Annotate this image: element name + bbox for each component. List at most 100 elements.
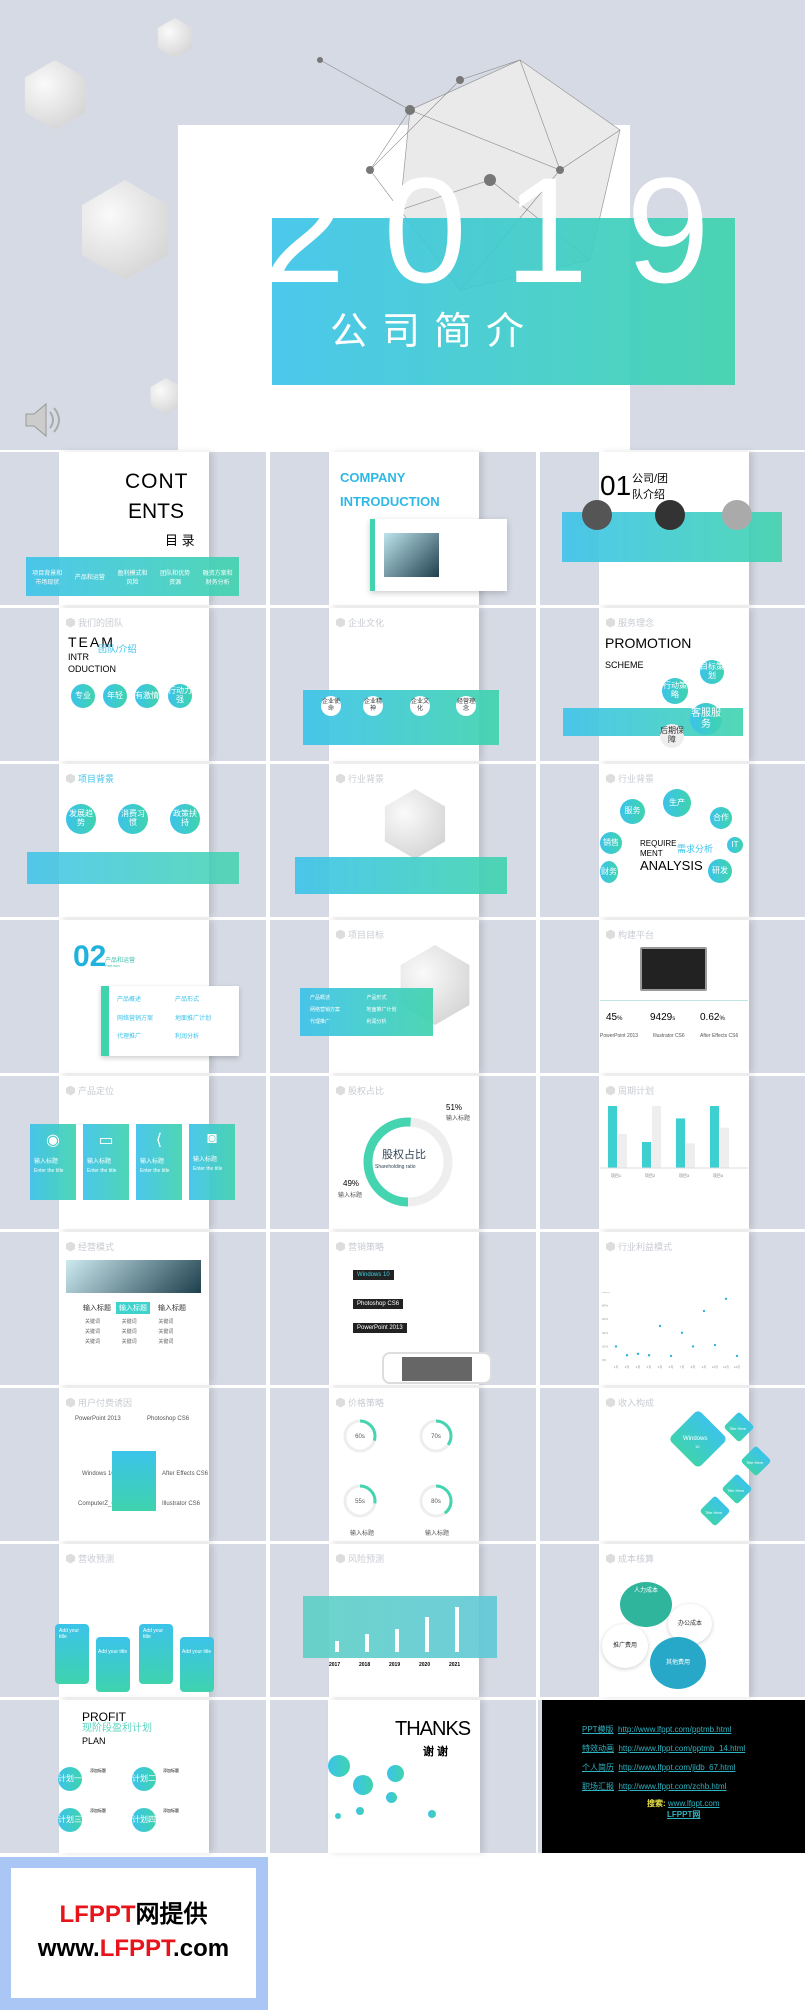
laptop-image bbox=[640, 947, 707, 991]
slide-culture[interactable]: 企业文化 企业使命 企业精神 企业文化 经营理念 bbox=[270, 608, 536, 761]
slide-payment[interactable]: 用户付费诱因 PowerPoint 2013 Photoshop CS6 Win… bbox=[0, 1388, 266, 1541]
bar-secondary bbox=[652, 1106, 661, 1168]
plan-circle: 计划二 bbox=[132, 1767, 156, 1791]
card-subtitle: Enter the title bbox=[87, 1168, 117, 1174]
contents-item[interactable]: 团队和优势资源 bbox=[159, 568, 191, 586]
price-ring: 80s bbox=[419, 1484, 453, 1518]
tab-active[interactable]: 输入标题 bbox=[116, 1302, 150, 1314]
share-icon: ⟨ bbox=[155, 1132, 163, 1149]
slide-revenue[interactable]: 营收预测 Add your title Add your title Add y… bbox=[0, 1544, 266, 1697]
bar-secondary bbox=[618, 1133, 627, 1168]
slide-industry-bg[interactable]: 行业背景 bbox=[270, 764, 536, 917]
promotion-subtitle: SCHEME bbox=[605, 660, 644, 670]
slide-plan[interactable]: PROFIT 现阶段盈利计划 PLAN 计划一 计划二 计划三 计划四 添加标题… bbox=[0, 1700, 266, 1853]
slide-risk[interactable]: 风险预测 2017 2018 2019 2020 2021 bbox=[270, 1544, 536, 1697]
link-row[interactable]: PPT模版: http://www.lfppt.com/pptmb.html bbox=[582, 1720, 745, 1739]
contents-title: CONT bbox=[125, 470, 189, 493]
team-circle: 有激情 bbox=[135, 684, 159, 708]
link-row[interactable]: 个人简历: http://www.lfppt.com/jldb_67.html bbox=[582, 1758, 745, 1777]
risk-bar bbox=[425, 1616, 429, 1652]
culture-circle: 经营理念 bbox=[456, 696, 476, 716]
payment-item: Windows 10 bbox=[82, 1471, 115, 1477]
equity-title: 股权占比 bbox=[382, 1149, 426, 1161]
card-title: 输入标题 bbox=[34, 1159, 59, 1165]
ring-label: 输入标题 bbox=[350, 1531, 375, 1537]
dot-decoration bbox=[353, 1775, 373, 1795]
link-row[interactable]: 特效动画: http://www.lfppt.com/pptmb_14.html bbox=[582, 1739, 745, 1758]
slide-goal[interactable]: 项目目标 产品概述 产品形式 网络营销方案 地面推广计划 代理推广 利润分析 bbox=[270, 920, 536, 1073]
slide-team-01[interactable]: 01 公司/团队介绍 bbox=[540, 452, 805, 605]
slide-marketing[interactable]: 营销策略 Windows 10 Photoshop CS6 PowerPoint… bbox=[270, 1232, 536, 1385]
slide-promotion[interactable]: 服务理念 PROMOTION SCHEME 目标策划 行动策略 客服服务 后期保… bbox=[540, 608, 805, 761]
tab[interactable]: 输入标题 bbox=[80, 1302, 114, 1314]
slide-cycle[interactable]: 周期计划 项目1 项目2 项目3 项目4 bbox=[540, 1076, 805, 1229]
slide-header: 收入构成 bbox=[606, 1396, 654, 1409]
position-card[interactable]: ▭ 输入标题 Enter the title bbox=[83, 1124, 129, 1200]
team-title-2: INTR bbox=[68, 652, 89, 662]
cover-slide[interactable]: 2019 公司简介 bbox=[0, 0, 805, 450]
x-tick-label: 5月 bbox=[658, 1365, 663, 1369]
slide-positioning[interactable]: 产品定位 ◉ 输入标题 Enter the title ▭ 输入标题 Enter the … bbox=[0, 1076, 266, 1229]
slide-cost[interactable]: 成本核算 人力成本 办公成本 推广费用 其他费用 bbox=[540, 1544, 805, 1697]
revenue-card: Add your title bbox=[55, 1624, 89, 1684]
contents-item[interactable]: 产品和运营 bbox=[74, 572, 106, 581]
slide-equity[interactable]: 股权占比 股权占比 Shareholding ratio 51% 输入标题 49… bbox=[270, 1076, 536, 1229]
slide-project-bg[interactable]: 项目背景 发展趋势 消费习惯 政策扶持 bbox=[0, 764, 266, 917]
position-card[interactable]: ⟨ 输入标题 Enter the title bbox=[136, 1124, 182, 1200]
x-tick-label: 6月 bbox=[669, 1365, 674, 1369]
site-name-link[interactable]: LFPPT网 bbox=[667, 1809, 700, 1820]
position-card[interactable]: ◉ 输入标题 Enter the title bbox=[30, 1124, 76, 1200]
contents-title-2: ENTS bbox=[128, 500, 185, 523]
contents-item[interactable]: 融资方案和财务分析 bbox=[202, 568, 234, 586]
slide-company[interactable]: COMPANY INTRODUCTION bbox=[270, 452, 536, 605]
req-circle: 研发 bbox=[708, 859, 732, 883]
team-circle: 年轻 bbox=[103, 684, 127, 708]
cost-bubble: 人力成本 bbox=[620, 1582, 672, 1627]
slide-header: 行业背景 bbox=[336, 772, 384, 785]
contents-item[interactable]: 盈利模式和风险 bbox=[116, 568, 148, 586]
people-icon-block bbox=[112, 1451, 156, 1511]
link-row[interactable]: 职场汇报: http://www.lfppt.com/zchb.html bbox=[582, 1777, 745, 1796]
slide-price[interactable]: 价格策略 60s 70s 55s 80s 输入标题 输入标题 bbox=[270, 1388, 536, 1541]
logo-line-2: www.LFPPT.com bbox=[37, 1935, 230, 1962]
slide-team[interactable]: 我们的团队 TEAM INTR ODUCTION 团队/介绍 专业 年轻 有激情… bbox=[0, 608, 266, 761]
slide-platform[interactable]: 构建平台 45% 9429s 0.62% PowerPoint 2013 Ill… bbox=[540, 920, 805, 1073]
contents-item[interactable]: 项目背景和市场现状 bbox=[31, 568, 63, 586]
search-link[interactable]: www.lfppt.com bbox=[668, 1799, 720, 1808]
section-sub: Part two bbox=[105, 963, 120, 968]
x-tick-label: 项目2 bbox=[645, 1172, 656, 1178]
factor-circle: 发展趋势 bbox=[66, 804, 96, 834]
data-point bbox=[691, 1345, 695, 1348]
slide-links: PPT模版: http://www.lfppt.com/pptmb.html 特… bbox=[538, 1700, 805, 1853]
culture-circle: 企业使命 bbox=[321, 696, 341, 716]
risk-bar bbox=[395, 1628, 399, 1652]
slide-product[interactable]: 02 产品和运营 Part two 产品概述 产品形式 网络营销方案 地面推广计划 … bbox=[0, 920, 266, 1073]
slide-thanks[interactable]: THANKS 谢 谢 bbox=[270, 1700, 536, 1853]
position-card[interactable]: ◙ 输入标题 Enter the title bbox=[189, 1124, 235, 1200]
slide-requirement[interactable]: 行业背景 服务 生产 合作 销售 IT 财务 研发 REQUIRE MENT A… bbox=[540, 764, 805, 917]
section-number: 01 bbox=[600, 470, 632, 501]
data-point bbox=[669, 1354, 673, 1358]
tab[interactable]: 输入标题 bbox=[155, 1302, 189, 1314]
slide-header: 用户付费诱因 bbox=[66, 1396, 132, 1409]
card-title: 输入标题 bbox=[140, 1159, 165, 1165]
slide-contents[interactable]: CONT ENTS 目 录 项目背景和市场现状 产品和运营 盈利模式和风险 团队… bbox=[0, 452, 266, 605]
goal-item: 产品形式 bbox=[366, 995, 387, 1001]
keyword: 关键词 bbox=[121, 1319, 137, 1325]
marketing-item: Photoshop CS6 bbox=[353, 1299, 404, 1309]
year-label: 2018 bbox=[359, 1662, 371, 1668]
promotion-title: PROMOTION bbox=[605, 635, 692, 651]
speaker-icon[interactable] bbox=[20, 400, 62, 440]
keyword: 关键词 bbox=[85, 1339, 101, 1345]
slide-income[interactable]: 收入构成 Windows 10 Title Here Title Here Ti… bbox=[540, 1388, 805, 1541]
req-title-3: ANALYSIS bbox=[640, 858, 703, 873]
req-circle: 合作 bbox=[710, 807, 732, 829]
slide-business[interactable]: 经营模式 输入标题 输入标题 输入标题 关键词 关键词 关键词 关键词 关键词 关键词 … bbox=[0, 1232, 266, 1385]
y-tick-label: 80% bbox=[602, 1304, 608, 1308]
cost-bubble: 其他费用 bbox=[650, 1637, 706, 1689]
search-row: 搜索: www.lfppt.com bbox=[647, 1799, 720, 1808]
plan-title-2: PLAN bbox=[82, 1736, 106, 1746]
price-ring: 55s bbox=[343, 1484, 377, 1518]
slide-profit-mode[interactable]: 行业利益模式 0% 20% 40% 60% 80% 100% 1月 2月 3月 4月 5月 6月 7月 8… bbox=[540, 1232, 805, 1385]
x-tick-label: 10月 bbox=[712, 1365, 718, 1369]
